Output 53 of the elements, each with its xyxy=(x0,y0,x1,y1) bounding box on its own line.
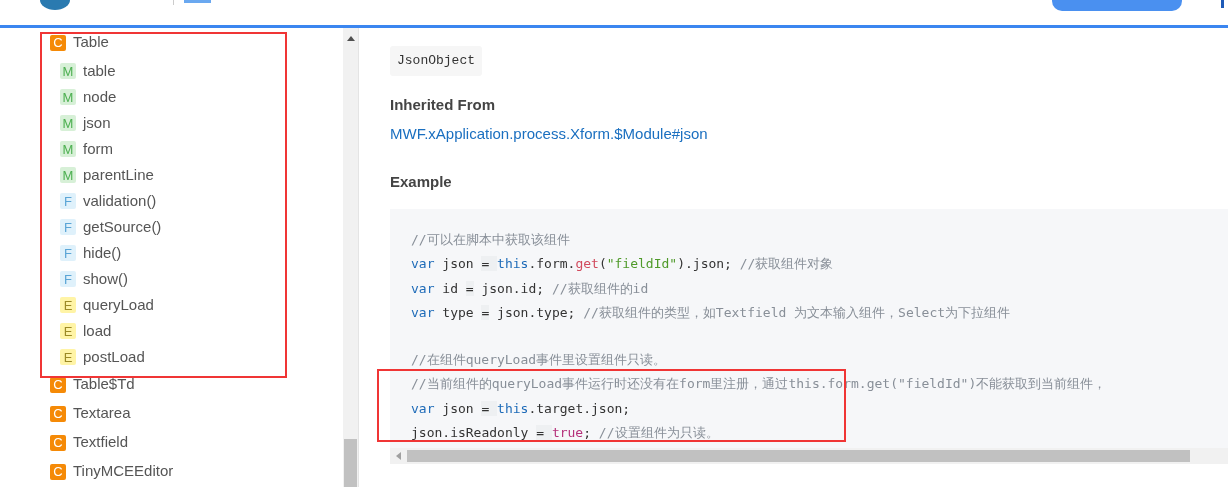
scroll-up-icon[interactable] xyxy=(346,36,355,41)
code-line: var json = this.target.json; xyxy=(411,399,631,418)
header-button[interactable] xyxy=(1052,0,1182,11)
tree-item[interactable]: queryLoad xyxy=(83,293,154,317)
tree-item[interactable]: node xyxy=(83,85,117,109)
tree-item[interactable]: load xyxy=(83,319,112,343)
kind-badge: F xyxy=(60,271,76,287)
tree-item[interactable]: TinyMCEEditor xyxy=(73,460,174,483)
kind-badge: M xyxy=(60,167,76,183)
code-line: var json = this.form.get("fieldId").json; //获取组件对象 xyxy=(411,255,834,273)
logo-icon xyxy=(40,0,70,10)
tree-item[interactable]: form xyxy=(83,137,113,161)
tree-item[interactable]: getSource() xyxy=(83,215,162,239)
kind-badge: C xyxy=(50,405,66,422)
tree-item[interactable]: hide() xyxy=(83,241,122,265)
header-mark xyxy=(1221,0,1224,8)
tree-item[interactable]: show() xyxy=(83,267,128,291)
scroll-left-icon[interactable] xyxy=(396,451,401,460)
kind-badge: C xyxy=(50,34,66,51)
kind-badge: E xyxy=(60,297,76,313)
type-code: JsonObject xyxy=(390,46,482,76)
kind-badge: E xyxy=(60,323,76,339)
code-line: var type = json.type; //获取组件的类型，如Textfield 为文本输入组件，Select为下拉组件 xyxy=(411,304,1011,322)
kind-badge: F xyxy=(60,245,76,261)
kind-badge: M xyxy=(60,89,76,105)
section-heading: Example xyxy=(390,172,453,192)
kind-badge: M xyxy=(60,141,76,157)
tree-item[interactable]: parentLine xyxy=(83,163,154,187)
kind-badge: E xyxy=(60,349,76,365)
kind-badge: C xyxy=(50,434,66,451)
kind-badge: M xyxy=(60,63,76,79)
kind-badge: M xyxy=(60,115,76,131)
tree-item[interactable]: validation() xyxy=(83,189,157,213)
code-line: var id = json.id; //获取组件的id xyxy=(411,279,649,298)
kind-badge: C xyxy=(50,463,66,480)
inherited-link[interactable]: MWF.xApplication.process.Xform.$Module#json xyxy=(390,125,708,142)
kind-badge: F xyxy=(60,193,76,209)
code-line: //可以在脚本中获取该组件 xyxy=(411,230,570,249)
scroll-thumb[interactable] xyxy=(407,449,1190,462)
code-line: //在组件queryLoad事件里设置组件只读。 xyxy=(411,350,667,369)
section-heading: Inherited From xyxy=(390,94,496,115)
tree-item[interactable]: json xyxy=(83,111,111,135)
tree-item[interactable]: Table xyxy=(73,31,109,54)
kind-badge: F xyxy=(60,219,76,235)
nav-indicator xyxy=(184,0,211,3)
tree-item[interactable]: Textarea xyxy=(73,402,131,425)
tree-item[interactable]: Textfield xyxy=(73,431,129,454)
tree-item[interactable]: table xyxy=(83,59,116,83)
tree-item[interactable]: Table$Td xyxy=(73,373,135,396)
code-line: json.isReadonly = true; //设置组件为只读。 xyxy=(411,424,719,442)
tree-item[interactable]: postLoad xyxy=(83,345,145,369)
scroll-thumb[interactable] xyxy=(344,439,357,487)
scrollbar[interactable] xyxy=(343,28,359,487)
